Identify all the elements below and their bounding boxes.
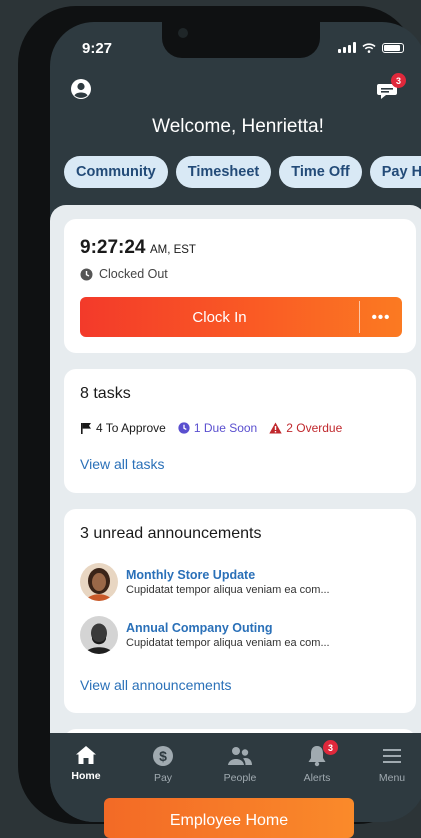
announcement-item[interactable]: Annual Company Outing Cupidatat tempor a…: [80, 616, 330, 654]
announcement-title: Annual Company Outing: [126, 621, 273, 635]
tab-menu[interactable]: Menu: [362, 745, 421, 784]
people-icon: [228, 747, 252, 765]
announcement-item[interactable]: Monthly Store Update Cupidatat tempor al…: [80, 563, 330, 601]
overdue-text: 2 Overdue: [286, 421, 343, 435]
to-approve-item[interactable]: 4 To Approve: [80, 421, 166, 435]
clock-in-label[interactable]: Clock In: [80, 297, 359, 337]
tab-label: Pay: [153, 772, 173, 784]
device-notch: [162, 22, 320, 58]
announcements-card: 3 unread announcements Monthly Store Upd…: [64, 509, 416, 713]
wifi-icon: [362, 42, 376, 53]
due-soon-item[interactable]: 1 Due Soon: [178, 421, 257, 435]
app-screen: 9:27 3 Welcome, Henrietta! Community Tim…: [50, 22, 421, 822]
clock-icon: [178, 422, 190, 434]
task-summary: 4 To Approve 1 Due Soon 2 Overdue: [80, 421, 354, 435]
clock-status-text: Clocked Out: [99, 267, 168, 281]
welcome-greeting: Welcome, Henrietta!: [152, 116, 324, 137]
avatar: [80, 563, 118, 601]
tab-home[interactable]: Home: [56, 745, 116, 782]
chip-pay-history[interactable]: Pay Hi: [369, 156, 421, 188]
tab-label: People: [223, 772, 257, 784]
clock-icon: [80, 268, 93, 280]
announcement-snippet: Cupidatat tempor aliqua veniam ea com...: [126, 637, 330, 649]
messages-badge: 3: [391, 73, 406, 88]
chip-timesheet[interactable]: Timesheet: [175, 156, 272, 188]
clock-in-button[interactable]: Clock In •••: [80, 297, 402, 337]
overdue-item[interactable]: 2 Overdue: [269, 421, 342, 435]
announcement-snippet: Cupidatat tempor aliqua veniam ea com...: [126, 584, 330, 596]
alerts-badge: 3: [323, 740, 338, 755]
tab-label: Alerts: [303, 772, 331, 784]
signal-icon: [338, 42, 356, 53]
quick-links-bar: Community Timesheet Time Off Pay Hi: [64, 156, 421, 188]
dollar-icon: $: [153, 746, 173, 766]
avatar: [80, 616, 118, 654]
flag-icon: [81, 423, 91, 434]
view-all-announcements-link[interactable]: View all announcements: [80, 677, 232, 693]
tab-label: Menu: [378, 772, 406, 784]
tab-pay[interactable]: $ Pay: [133, 745, 193, 784]
employee-home-banner[interactable]: Employee Home: [104, 798, 354, 838]
menu-icon: [383, 749, 401, 763]
due-soon-text: 1 Due Soon: [193, 421, 258, 435]
svg-text:$: $: [159, 748, 167, 764]
to-approve-text: 4 To Approve: [96, 421, 166, 435]
clock-card: 9:27:24 AM, EST Clocked Out Clock In •••: [64, 219, 416, 353]
status-icons: [338, 42, 404, 53]
chip-time-off[interactable]: Time Off: [279, 156, 362, 188]
tab-label: Home: [71, 770, 101, 782]
clock-status: Clocked Out: [80, 267, 168, 281]
tasks-title: 8 tasks: [80, 385, 131, 402]
user-circle-icon[interactable]: [70, 78, 92, 100]
clock-time-zone: AM, EST: [149, 244, 196, 256]
tab-people[interactable]: People: [210, 745, 270, 784]
more-options-button[interactable]: •••: [360, 297, 402, 337]
tab-alerts[interactable]: 3 Alerts: [287, 740, 347, 784]
announcement-title: Monthly Store Update: [126, 568, 256, 582]
home-icon: [76, 746, 96, 764]
camera-icon: [178, 28, 188, 38]
clock-time-value: 9:27:24: [80, 237, 146, 258]
view-all-tasks-link[interactable]: View all tasks: [80, 456, 165, 472]
main-content[interactable]: 9:27:24 AM, EST Clocked Out Clock In •••: [50, 205, 421, 745]
battery-icon: [382, 42, 404, 53]
phone-frame: 9:27 3 Welcome, Henrietta! Community Tim…: [18, 6, 421, 824]
status-time: 9:27: [82, 40, 113, 57]
messages-button[interactable]: 3: [376, 73, 406, 102]
warning-icon: [269, 422, 282, 434]
announcements-title: 3 unread announcements: [80, 525, 262, 542]
chip-community[interactable]: Community: [64, 156, 168, 188]
tasks-card: 8 tasks 4 To Approve 1 Due Soon 2 Overdu…: [64, 369, 416, 493]
clock-time: 9:27:24 AM, EST: [80, 237, 196, 259]
